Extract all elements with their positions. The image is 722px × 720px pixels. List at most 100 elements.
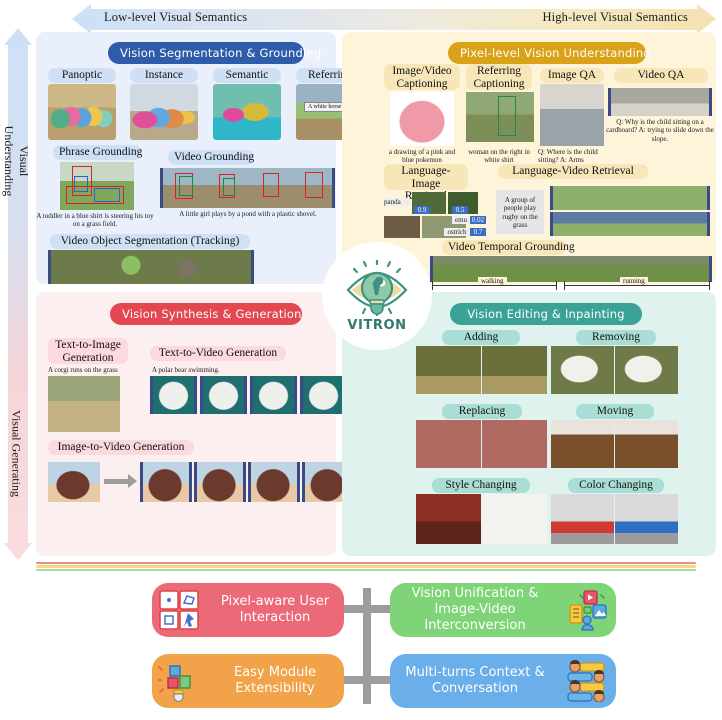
thumb-panoptic [48,84,116,140]
arrow-image-to-video-shaft [104,479,128,484]
capability-label-wrapper: Vision Unification & Image-Video Interco… [390,586,560,634]
tag-retrieval-emu: emu [452,216,470,225]
label-adding: Adding [442,330,520,345]
segment-label-running: running [620,277,648,285]
capability-label: Multi-turns Context & Conversation [405,665,545,696]
query-language-video-retrieval: A group of people play rugby on the gras… [496,190,544,234]
thumb-image-to-video-2 [194,462,246,502]
label-semantic: Semantic [213,68,281,83]
score-retrieval-4: 0.7 [470,228,486,237]
thumb-retrieval-lion [384,216,420,238]
connector-right-bottom [368,676,392,684]
top-axis-left-arrowhead [72,4,91,34]
thumb-text-to-video-2 [200,376,247,414]
label-referring-captioning: Referring Captioning [466,64,532,90]
segment-label-walking: walking [478,277,507,285]
top-axis-right-arrowhead [697,4,716,34]
thumb-image-to-video-3 [248,462,300,502]
thumb-instance [130,84,198,140]
left-axis-bottom-label: Visual Generating [9,410,24,497]
score-retrieval-2: 0.5 [452,206,468,215]
temporal-grounding-axis: walking running [432,277,710,291]
lightbulb-puzzle-icon [157,660,200,703]
tag-retrieval-panda: panda [384,198,410,207]
label-removing: Removing [576,330,656,345]
prompt-text-to-image: A corgi runs on the grass [48,366,118,374]
thumb-color-after [615,494,678,544]
media-stack-icon [566,589,608,631]
label-moving: Moving [576,404,654,419]
label-language-image-retrieval: Language-Image Retrieval [384,164,468,202]
thumb-moving-before [551,420,614,468]
label-color-changing: Color Changing [568,478,664,493]
thumb-text-to-image [48,376,120,432]
top-axis-left-label: Low-level Visual Semantics [104,10,248,24]
label-video-temporal-grounding: Video Temporal Grounding [442,240,575,255]
thumb-image-video-captioning [390,92,454,146]
caption-phrase-grounding: A toddler in a blue shirt is steering hi… [36,212,154,229]
chat-people-icon [566,660,608,703]
thumb-style-before [416,494,481,544]
vitron-wordmark: VITRON [347,317,407,333]
thumb-adding-after [482,346,547,394]
label-phrase-grounding: Phrase Grounding [53,145,142,160]
label-style-changing: Style Changing [432,478,530,493]
caption-image-video-captioning: a drawing of a pink and blue pokemon [388,148,456,165]
thumb-video-object-segmentation [48,250,254,284]
section-divider [36,562,696,572]
left-axis-bottom-arrowhead [4,543,32,560]
connector-left-top [344,605,366,613]
thumb-phrase-grounding [60,162,134,210]
thumb-video-retrieval-b [550,212,710,236]
label-image-qa: Image QA [540,68,604,83]
caption-video-grounding: A little girl plays by a pond with a pla… [179,210,317,218]
thumb-removing-after [615,346,678,394]
label-video-qa: Video QA [614,68,708,83]
left-axis-top-arrowhead [4,28,32,45]
thumb-semantic [213,84,281,140]
top-axis-right-label: High-level Visual Semantics [542,10,688,24]
label-replacing: Replacing [442,404,522,419]
thumb-video-temporal-grounding [430,256,712,282]
label-text-to-video-generation: Text-to-Video Generation [150,346,286,361]
caption-image-qa: Q: Where is the child sitting? A: Arms [538,148,598,165]
label-panoptic: Panoptic [48,68,116,83]
label-image-to-video-generation: Image-to-Video Generation [48,440,194,455]
thumb-image-to-video-source [48,462,100,502]
banner-vision-synthesis: Vision Synthesis & Generation [110,303,302,325]
thumb-video-grounding [160,168,335,208]
thumb-adding-before [416,346,481,394]
thumb-video-retrieval-a [550,186,710,210]
thumb-text-to-video-4 [300,376,347,414]
banner-vision-editing: Vision Editing & Inpainting [450,303,642,325]
thumb-text-to-video-3 [250,376,297,414]
connector-left-bottom [344,676,366,684]
arrow-image-to-video-head [128,474,137,488]
label-video-object-segmentation: Video Object Segmentation (Tracking) [50,234,250,249]
eye-lightbulb-icon [346,259,408,316]
caption-video-qa: Q: Why is the child sitting on a cardboa… [606,118,714,143]
thumb-removing-before [551,346,614,394]
score-retrieval-1: 0.9 [414,206,430,215]
thumb-moving-after [615,420,678,468]
thumb-text-to-video-1 [150,376,197,414]
capability-label: Pixel-aware User Interaction [220,594,330,625]
capability-pixel-aware-user-interaction[interactable]: Pixel-aware User Interaction [152,583,344,637]
capability-vision-unification[interactable]: Vision Unification & Image-Video Interco… [390,583,616,637]
thumb-image-qa [540,84,604,146]
label-text-to-image-generation: Text-to-Image Generation [48,338,128,364]
capability-easy-module-extensibility[interactable]: Easy Module Extensibility [152,654,344,708]
prompt-text-to-video: A polar bear swimming. [152,366,220,374]
connector-right-top [368,605,392,613]
label-video-grounding: Video Grounding [168,150,254,165]
capability-multi-turns-conversation[interactable]: Multi-turns Context & Conversation [390,654,616,708]
score-retrieval-3: 0.02 [470,216,486,225]
capability-label-line2: Image-Video Interconversion [424,602,526,633]
vitron-logo: VITRON [322,242,432,350]
label-image-video-captioning: Image/Video Captioning [384,64,460,90]
thumb-image-to-video-1 [140,462,192,502]
label-language-video-retrieval: Language-Video Retrieval [498,164,648,179]
banner-vision-segmentation: Vision Segmentation & Grounding [108,42,321,64]
tag-retrieval-ostrich: ostrich [444,228,470,237]
banner-pixel-level-understanding: Pixel-level Vision Understanding [448,42,651,64]
